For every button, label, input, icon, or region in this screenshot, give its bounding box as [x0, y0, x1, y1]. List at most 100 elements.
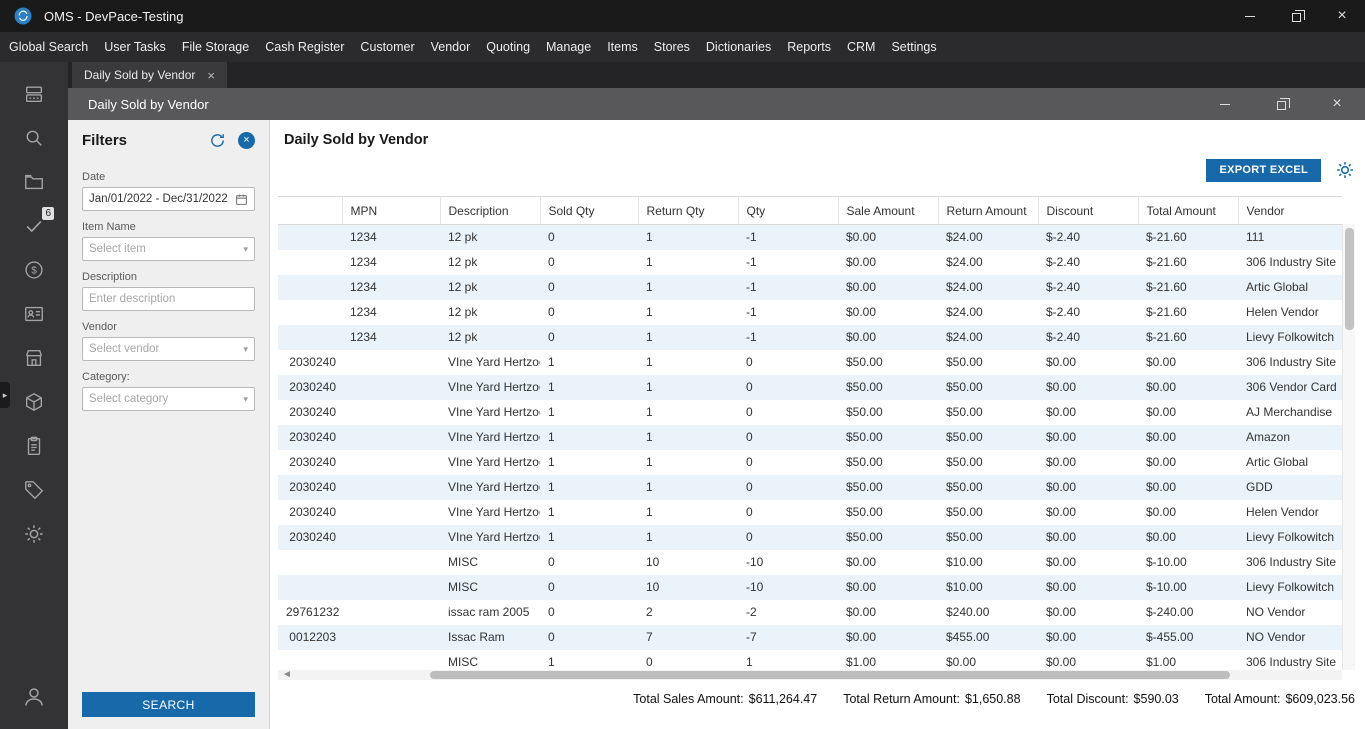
- tab-close-icon[interactable]: ×: [207, 69, 215, 82]
- horizontal-scrollbar[interactable]: ◄: [278, 670, 1342, 680]
- table-cell: $-21.60: [1146, 280, 1187, 294]
- table-cell: -1: [746, 230, 757, 245]
- close-button[interactable]: ×: [1319, 0, 1365, 32]
- data-grid: MPN Description Sold Qty Return Qty Qty Sale …: [278, 196, 1365, 670]
- table-row[interactable]: 1234 12 pk 0 1 -1 $0.00 $24.00 $-2.40 $-21.60 111: [278, 224, 1342, 250]
- table-row[interactable]: 2030240 VIne Yard Hertzog 1 1 0 $50.00 $50.00 $…: [278, 350, 1342, 375]
- table-cell: [278, 275, 342, 300]
- column-header-description[interactable]: Description: [440, 196, 541, 225]
- menu-item-vendor[interactable]: Vendor: [423, 32, 479, 62]
- cash-register-icon[interactable]: [0, 72, 68, 116]
- table-row[interactable]: 2030240 VIne Yard Hertzog 1 1 0 $50.00 $50.00 $…: [278, 524, 1342, 550]
- column-header-discount[interactable]: Discount: [1038, 196, 1139, 225]
- payments-icon[interactable]: $: [0, 248, 68, 292]
- menu-item-items[interactable]: Items: [599, 32, 646, 62]
- tab-daily-sold-by-vendor[interactable]: Daily Sold by Vendor ×: [72, 62, 227, 88]
- table-cell: Helen Vendor: [1246, 305, 1319, 319]
- table-row[interactable]: 1234 12 pk 0 1 -1 $0.00 $24.00 $-2.40 $-21.60 306…: [278, 250, 1342, 275]
- menu-item-stores[interactable]: Stores: [646, 32, 698, 62]
- table-cell: $0.00: [1046, 355, 1077, 369]
- table-cell: $0.00: [1046, 455, 1077, 469]
- orders-icon[interactable]: [0, 424, 68, 468]
- table-cell: $-21.60: [1146, 330, 1187, 344]
- table-cell: $10.00: [946, 580, 983, 594]
- clear-filters-icon[interactable]: ×: [238, 132, 255, 149]
- column-header-return-qty[interactable]: Return Qty: [638, 196, 739, 225]
- vendor-select[interactable]: Select vendor ▾: [82, 337, 255, 361]
- search-button[interactable]: SEARCH: [82, 692, 255, 717]
- customers-icon[interactable]: [0, 292, 68, 336]
- vertical-scrollbar-thumb[interactable]: [1345, 228, 1354, 330]
- menu-item-crm[interactable]: CRM: [839, 32, 883, 62]
- inner-minimize-button[interactable]: [1197, 88, 1253, 120]
- table-row[interactable]: MISC 0 10 -10 $0.00 $10.00 $0.00 $-10.00 Lievy F…: [278, 574, 1342, 600]
- restore-icon: [1291, 10, 1305, 22]
- vertical-scrollbar[interactable]: [1342, 224, 1355, 670]
- tasks-icon[interactable]: 6: [0, 204, 68, 248]
- table-cell: 1: [646, 355, 653, 369]
- table-cell: $0.00: [946, 655, 977, 669]
- settings-icon[interactable]: [0, 512, 68, 556]
- menu-item-user-tasks[interactable]: User Tasks: [96, 32, 174, 62]
- inner-restore-button[interactable]: [1253, 88, 1309, 120]
- column-header-vendor[interactable]: Vendor: [1238, 196, 1342, 225]
- menu-item-global-search[interactable]: Global Search: [1, 32, 96, 62]
- column-header-total-amount[interactable]: Total Amount: [1138, 196, 1239, 225]
- table-cell: 1: [548, 455, 555, 469]
- table-cell: 0: [746, 405, 753, 419]
- table-cell: 1: [548, 480, 555, 494]
- table-row[interactable]: 2030240 VIne Yard Hertzog 1 1 0 $50.00 $50.00 $…: [278, 450, 1342, 475]
- menu-item-settings[interactable]: Settings: [883, 32, 944, 62]
- menu-item-customer[interactable]: Customer: [352, 32, 422, 62]
- grid-settings-gear-icon[interactable]: [1335, 160, 1355, 180]
- table-cell: 1: [646, 430, 653, 444]
- column-header-sold-qty[interactable]: Sold Qty: [540, 196, 639, 225]
- panel-expand-handle[interactable]: ▸: [0, 382, 10, 408]
- table-row[interactable]: 2030240 VIne Yard Hertzog 1 1 0 $50.00 $50.00 $…: [278, 400, 1342, 425]
- table-row[interactable]: 1234 12 pk 0 1 -1 $0.00 $24.00 $-2.40 $-21.60 Art…: [278, 274, 1342, 300]
- items-icon[interactable]: [0, 380, 68, 424]
- restore-button[interactable]: [1273, 0, 1319, 32]
- refresh-filters-icon[interactable]: [209, 132, 226, 149]
- search-icon[interactable]: [0, 116, 68, 160]
- stores-icon[interactable]: [0, 336, 68, 380]
- menu-item-reports[interactable]: Reports: [779, 32, 839, 62]
- table-cell: 0: [646, 655, 653, 669]
- item-select[interactable]: Select item ▾: [82, 237, 255, 261]
- column-header-return-amount[interactable]: Return Amount: [938, 196, 1039, 225]
- export-excel-button[interactable]: EXPORT EXCEL: [1206, 158, 1321, 182]
- inner-close-button[interactable]: ×: [1309, 88, 1365, 120]
- table-row[interactable]: 0012203 Issac Ram 0 7 -7 $0.00 $455.00 $0.00 $-4…: [278, 624, 1342, 650]
- table-cell: 1: [746, 655, 753, 669]
- table-row[interactable]: 1234 12 pk 0 1 -1 $0.00 $24.00 $-2.40 $-21.60 Lie…: [278, 324, 1342, 350]
- date-range-input[interactable]: Jan/01/2022 - Dec/31/2022: [82, 187, 255, 211]
- minimize-button[interactable]: [1227, 0, 1273, 32]
- menu-item-file-storage[interactable]: File Storage: [174, 32, 257, 62]
- column-header-mpn[interactable]: MPN: [342, 196, 441, 225]
- table-cell: MISC: [448, 580, 478, 594]
- column-header-sale-amount[interactable]: Sale Amount: [838, 196, 939, 225]
- menu-item-dictionaries[interactable]: Dictionaries: [698, 32, 779, 62]
- table-row[interactable]: 2030240 VIne Yard Hertzog 1 1 0 $50.00 $50.00 $…: [278, 500, 1342, 525]
- table-row[interactable]: 29761232 issac ram 2005 0 2 -2 $0.00 $240.00 $0…: [278, 600, 1342, 625]
- table-row[interactable]: 2030240 VIne Yard Hertzog 1 1 0 $50.00 $50.00 $…: [278, 424, 1342, 450]
- scroll-left-arrow-icon[interactable]: ◄: [278, 670, 292, 680]
- category-select[interactable]: Select category ▾: [82, 387, 255, 411]
- table-row[interactable]: 2030240 VIne Yard Hertzog 1 1 0 $50.00 $50.00 $…: [278, 374, 1342, 400]
- table-row[interactable]: 2030240 VIne Yard Hertzog 1 1 0 $50.00 $50.00 $…: [278, 474, 1342, 500]
- user-profile-icon[interactable]: [0, 675, 68, 719]
- menu-item-quoting[interactable]: Quoting: [478, 32, 538, 62]
- date-range-value: Jan/01/2022 - Dec/31/2022: [89, 193, 228, 205]
- table-row[interactable]: 1234 12 pk 0 1 -1 $0.00 $24.00 $-2.40 $-21.60 Hel…: [278, 300, 1342, 325]
- tags-icon[interactable]: [0, 468, 68, 512]
- table-row[interactable]: MISC 0 10 -10 $0.00 $10.00 $0.00 $-10.00 306 Ind…: [278, 550, 1342, 575]
- table-row[interactable]: MISC 1 0 1 $1.00 $0.00 $0.00 $1.00 306 Industry …: [278, 650, 1342, 671]
- description-input[interactable]: [82, 287, 255, 311]
- horizontal-scrollbar-thumb[interactable]: [430, 671, 1230, 679]
- column-header-qty[interactable]: Qty: [738, 196, 839, 225]
- menu-item-manage[interactable]: Manage: [538, 32, 599, 62]
- table-cell: 1: [646, 280, 653, 294]
- table-cell: $-2.40: [1046, 305, 1081, 319]
- file-storage-icon[interactable]: [0, 160, 68, 204]
- menu-item-cash-register[interactable]: Cash Register: [257, 32, 352, 62]
